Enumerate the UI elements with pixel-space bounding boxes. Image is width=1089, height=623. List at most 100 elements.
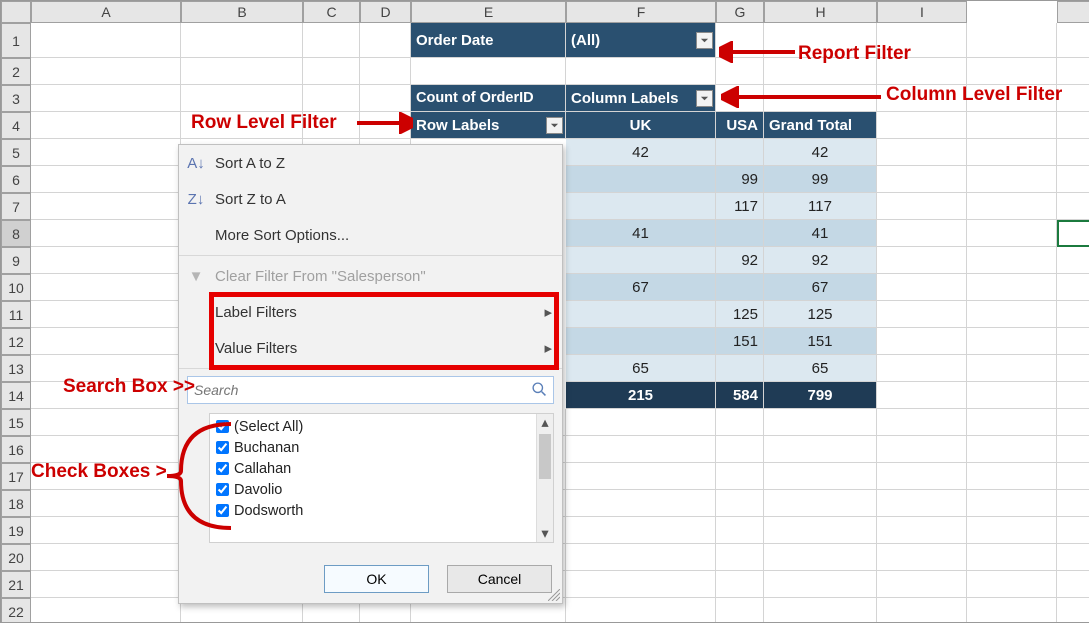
cell[interactable] <box>181 85 303 112</box>
cell[interactable] <box>764 598 877 623</box>
row-header-16[interactable]: 16 <box>1 436 31 463</box>
cell[interactable] <box>360 85 411 112</box>
cell[interactable] <box>181 58 303 85</box>
cell[interactable] <box>967 571 1057 598</box>
cell[interactable] <box>1057 571 1089 598</box>
col-header-F[interactable]: F <box>566 1 716 23</box>
cell[interactable] <box>764 85 877 112</box>
cell[interactable] <box>566 490 716 517</box>
pivot-data-cell[interactable] <box>566 247 716 274</box>
cell[interactable] <box>411 58 566 85</box>
pivot-data-cell[interactable]: 41 <box>764 220 877 247</box>
pivot-data-cell[interactable]: 117 <box>764 193 877 220</box>
pivot-data-cell[interactable]: 42 <box>764 139 877 166</box>
cell[interactable] <box>31 517 181 544</box>
pivot-data-cell[interactable]: 99 <box>764 166 877 193</box>
pivot-data-cell[interactable]: 151 <box>716 328 764 355</box>
cell[interactable] <box>716 436 764 463</box>
row-header-22[interactable]: 22 <box>1 598 31 623</box>
ok-button[interactable]: OK <box>324 565 429 593</box>
cell[interactable] <box>31 301 181 328</box>
cell[interactable] <box>303 58 360 85</box>
row-header-1[interactable]: 1 <box>1 23 31 58</box>
filter-check-item[interactable]: Callahan <box>216 458 549 479</box>
cell[interactable] <box>181 112 303 139</box>
cell[interactable] <box>1057 220 1089 247</box>
cell[interactable] <box>31 463 181 490</box>
pivot-data-cell[interactable]: 125 <box>764 301 877 328</box>
cell[interactable] <box>877 382 967 409</box>
cell[interactable] <box>877 85 967 112</box>
col-header-A[interactable]: A <box>31 1 181 23</box>
row-header-12[interactable]: 12 <box>1 328 31 355</box>
cell[interactable] <box>967 544 1057 571</box>
cell[interactable] <box>566 598 716 623</box>
filter-checkbox[interactable] <box>216 462 229 475</box>
cell[interactable] <box>764 571 877 598</box>
cell[interactable] <box>967 382 1057 409</box>
filter-check-item[interactable]: Buchanan <box>216 437 549 458</box>
cell[interactable] <box>31 112 181 139</box>
cell[interactable] <box>1057 382 1089 409</box>
row-filter-dropdown[interactable] <box>546 117 563 134</box>
pivot-data-cell[interactable]: 65 <box>566 355 716 382</box>
cell[interactable] <box>31 328 181 355</box>
cell[interactable] <box>566 571 716 598</box>
pivot-data-cell[interactable]: 151 <box>764 328 877 355</box>
pivot-data-cell[interactable] <box>716 139 764 166</box>
pivot-data-cell[interactable] <box>716 355 764 382</box>
filter-checkbox[interactable] <box>216 504 229 517</box>
cell[interactable] <box>31 139 181 166</box>
cell[interactable] <box>31 355 181 382</box>
cell[interactable] <box>1057 463 1089 490</box>
cell[interactable] <box>967 274 1057 301</box>
cell[interactable] <box>1057 544 1089 571</box>
cell[interactable] <box>967 355 1057 382</box>
cell[interactable] <box>1057 355 1089 382</box>
row-header-21[interactable]: 21 <box>1 571 31 598</box>
cell[interactable] <box>31 490 181 517</box>
cell[interactable] <box>716 490 764 517</box>
cell[interactable] <box>31 274 181 301</box>
cell[interactable] <box>31 544 181 571</box>
cell[interactable] <box>877 112 967 139</box>
cell[interactable] <box>967 166 1057 193</box>
row-header-9[interactable]: 9 <box>1 247 31 274</box>
cell[interactable] <box>967 220 1057 247</box>
cell[interactable] <box>1057 85 1089 112</box>
cell[interactable] <box>967 23 1057 58</box>
cell[interactable] <box>1057 58 1089 85</box>
cell[interactable] <box>764 544 877 571</box>
cell[interactable] <box>1057 436 1089 463</box>
cell[interactable] <box>877 58 967 85</box>
cell[interactable] <box>360 58 411 85</box>
cell[interactable] <box>31 409 181 436</box>
resize-grip-icon[interactable] <box>548 589 560 601</box>
cell[interactable] <box>31 382 181 409</box>
cell[interactable] <box>967 517 1057 544</box>
cell[interactable] <box>566 544 716 571</box>
pivot-data-cell[interactable] <box>566 328 716 355</box>
row-header-10[interactable]: 10 <box>1 274 31 301</box>
row-header-3[interactable]: 3 <box>1 85 31 112</box>
row-header-17[interactable]: 17 <box>1 463 31 490</box>
cell[interactable] <box>967 85 1057 112</box>
cell[interactable] <box>31 58 181 85</box>
cell[interactable] <box>764 23 877 58</box>
cell[interactable] <box>877 220 967 247</box>
cell[interactable] <box>303 112 360 139</box>
cell[interactable] <box>877 544 967 571</box>
cell[interactable] <box>1057 328 1089 355</box>
cell[interactable] <box>716 58 764 85</box>
cell[interactable] <box>31 220 181 247</box>
col-header-G[interactable]: G <box>716 1 764 23</box>
scroll-up-icon[interactable]: ▴ <box>537 414 553 431</box>
col-header-partial[interactable] <box>1057 1 1089 23</box>
sort-za[interactable]: Z↓ Sort Z to A <box>179 181 562 217</box>
cell[interactable] <box>31 193 181 220</box>
cell[interactable] <box>877 139 967 166</box>
cell[interactable] <box>764 490 877 517</box>
cell[interactable] <box>566 517 716 544</box>
cell[interactable] <box>877 166 967 193</box>
cell[interactable] <box>877 247 967 274</box>
